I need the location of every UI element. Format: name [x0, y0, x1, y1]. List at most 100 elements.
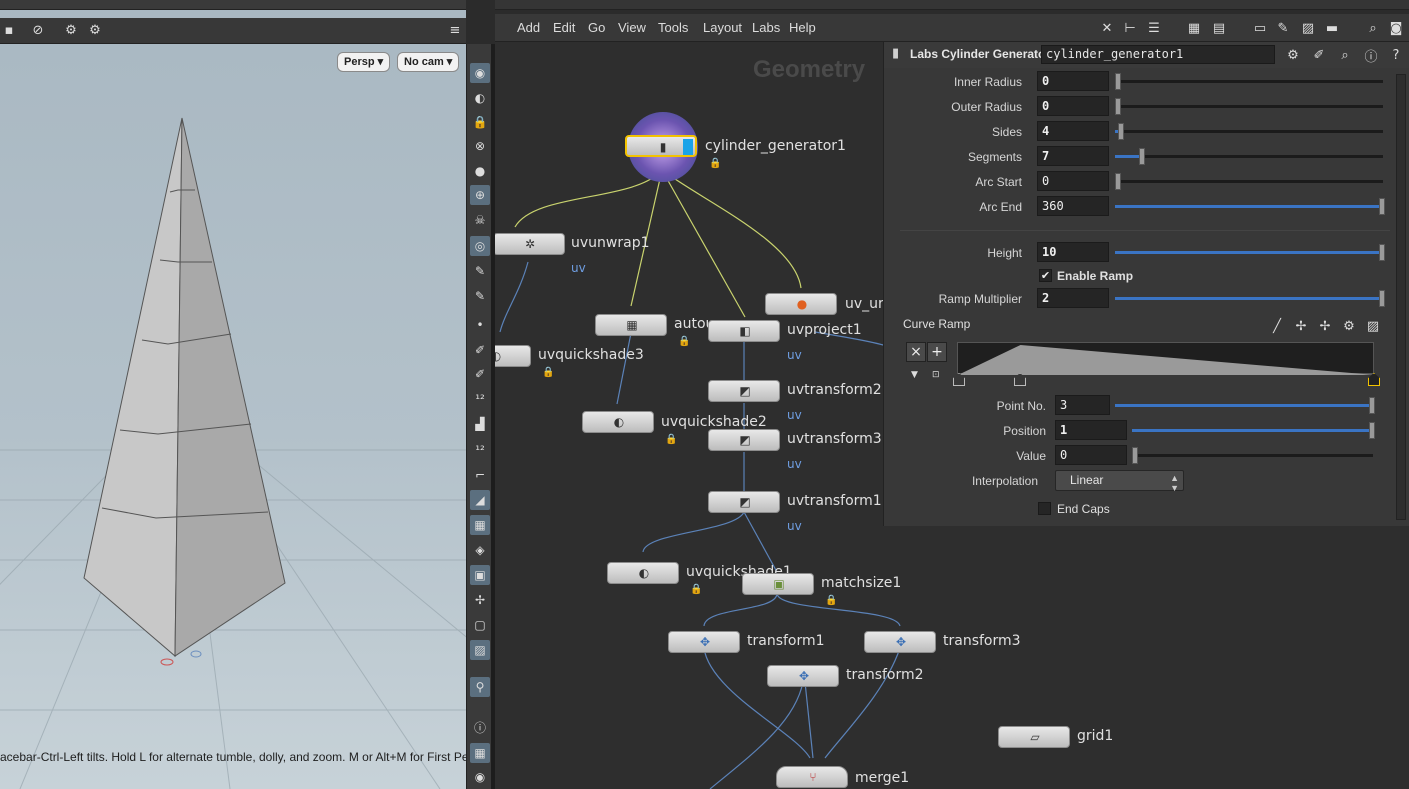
slider-handle[interactable]	[1379, 290, 1385, 307]
menu-tools[interactable]: Tools	[658, 20, 688, 35]
menu-edit[interactable]: Edit	[553, 20, 575, 35]
curve-ramp-editor[interactable]	[957, 342, 1375, 375]
tree-icon[interactable]: ⊢	[1121, 19, 1139, 37]
height-slider[interactable]	[1115, 244, 1385, 261]
inner-radius-field[interactable]: 0	[1037, 71, 1109, 91]
node-uvquickshade1[interactable]: ◐	[607, 562, 679, 584]
inner-radius-slider[interactable]	[1115, 73, 1383, 90]
snap-icon[interactable]: ⊗	[470, 136, 490, 156]
move-point-icon[interactable]: ✢	[1316, 317, 1334, 335]
sides-slider[interactable]	[1115, 123, 1383, 140]
slider-handle[interactable]	[1379, 244, 1385, 261]
menu-go[interactable]: Go	[588, 20, 605, 35]
node-uv-ur[interactable]: ●	[765, 293, 837, 315]
prim-icon[interactable]: ▟	[470, 414, 490, 434]
slider-handle[interactable]	[1115, 98, 1121, 115]
lock-icon[interactable]: 🔒	[470, 112, 490, 132]
end-caps-checkbox[interactable]	[1038, 502, 1051, 515]
point-display-icon[interactable]: •	[470, 315, 490, 335]
grid-layout-icon[interactable]: ▦	[470, 743, 490, 763]
node-uvquickshade3[interactable]: ◐	[495, 345, 531, 367]
asset-icon[interactable]: ▬	[1323, 19, 1341, 37]
slider-handle[interactable]	[1115, 73, 1121, 90]
value-field[interactable]: 0	[1055, 445, 1127, 465]
display-icon[interactable]: ▭	[1251, 19, 1269, 37]
node-uvtransform2[interactable]: ◩	[708, 380, 780, 402]
visibility-icon[interactable]: ◐	[470, 88, 490, 108]
search-icon[interactable]: ⌕	[1336, 46, 1354, 64]
node-uvtransform3[interactable]: ◩	[708, 429, 780, 451]
menu-view[interactable]: View	[618, 20, 646, 35]
layer-icon[interactable]: ◈	[470, 540, 490, 560]
eye-icon[interactable]: ◉	[470, 767, 490, 787]
info-icon[interactable]: ⓘ	[1362, 46, 1380, 65]
axis-icon[interactable]: ✢	[470, 590, 490, 610]
render-icon[interactable]: ✎	[470, 286, 490, 306]
node-transform2[interactable]: ✥	[767, 665, 839, 687]
prim-number-icon[interactable]: ¹²	[470, 440, 490, 460]
node-cylinder-generator1[interactable]: ▮	[625, 135, 697, 157]
gradient-icon[interactable]: ▨	[1364, 317, 1382, 335]
node-transform1[interactable]: ✥	[668, 631, 740, 653]
arc-start-slider[interactable]	[1115, 173, 1383, 190]
sphere-icon[interactable]: ●	[470, 161, 490, 181]
operator-name-field[interactable]: cylinder_generator1	[1041, 45, 1275, 64]
collapse-icon[interactable]: ▼	[911, 370, 918, 380]
menu-layout[interactable]: Layout	[703, 20, 742, 35]
ramp-multiplier-field[interactable]: 2	[1037, 288, 1109, 308]
slider-handle[interactable]	[1379, 198, 1385, 215]
select-tool-icon[interactable]: ◉	[470, 63, 490, 83]
skull-icon[interactable]: ☠	[470, 210, 490, 230]
position-slider[interactable]	[1132, 422, 1375, 439]
node-autouv[interactable]: ▦	[595, 314, 667, 336]
slider-handle[interactable]	[1118, 123, 1124, 140]
point-number-icon[interactable]: ¹²	[470, 389, 490, 409]
node-uvquickshade2[interactable]: ◐	[582, 411, 654, 433]
menu-add[interactable]: Add	[517, 20, 540, 35]
help-icon[interactable]: ?	[1387, 46, 1405, 64]
brush-icon[interactable]: ✐	[470, 340, 490, 360]
search-icon[interactable]: ⌕	[1364, 19, 1382, 37]
slider-handle[interactable]	[1132, 447, 1138, 464]
ramp-gear-icon[interactable]: ⚙	[1340, 317, 1358, 335]
parameter-scrollbar[interactable]	[1396, 74, 1406, 520]
arc-start-field[interactable]: 0	[1037, 171, 1109, 191]
camera-view-icon[interactable]: ◙	[1387, 19, 1405, 37]
sides-field[interactable]: 4	[1037, 121, 1109, 141]
wrench-icon[interactable]: ✕	[1098, 19, 1116, 37]
node-uvproject1[interactable]: ◧	[708, 320, 780, 342]
node-merge1[interactable]: ⑂	[776, 766, 848, 788]
height-field[interactable]: 10	[1037, 242, 1109, 262]
grid-view-icon[interactable]: ▤	[1210, 19, 1228, 37]
sticky-note-icon[interactable]: ✎	[1274, 19, 1292, 37]
list-icon[interactable]: ☰	[1145, 19, 1163, 37]
info-icon[interactable]: ⓘ	[470, 717, 490, 737]
position-field[interactable]: 1	[1055, 420, 1127, 440]
outer-radius-field[interactable]: 0	[1037, 96, 1109, 116]
slider-handle[interactable]	[1369, 422, 1375, 439]
node-uvtransform1[interactable]: ◩	[708, 491, 780, 513]
pen-icon[interactable]: ✐	[470, 364, 490, 384]
slider-handle[interactable]	[1115, 173, 1121, 190]
light-icon[interactable]: ✎	[470, 261, 490, 281]
segments-field[interactable]: 7	[1037, 146, 1109, 166]
image-add-icon[interactable]: ▨	[1299, 19, 1317, 37]
camera-menu[interactable]: No cam ▾	[397, 52, 460, 72]
scene-viewport[interactable]: ▪ ⊘ ⚙ ⚙ ≡ Persp ▾ No cam ▾ acebar-Ctrl-L…	[0, 0, 466, 789]
brush-icon[interactable]: ✐	[1310, 46, 1328, 64]
pin-icon[interactable]: ⚲	[470, 677, 490, 697]
slider-handle[interactable]	[1369, 397, 1375, 414]
perspective-menu[interactable]: Persp ▾	[337, 52, 391, 72]
background-icon[interactable]: ▣	[470, 565, 490, 585]
slider-handle[interactable]	[1139, 148, 1145, 165]
add-point-icon[interactable]: ✢	[1292, 317, 1310, 335]
node-uvunwrap1[interactable]: ✲	[495, 233, 565, 255]
pen-icon[interactable]: ╱	[1268, 317, 1286, 335]
enable-ramp-checkbox[interactable]: ✔	[1039, 269, 1052, 282]
arc-end-field[interactable]: 360	[1037, 196, 1109, 216]
ramp-multiplier-slider[interactable]	[1115, 290, 1385, 307]
arc-end-slider[interactable]	[1115, 198, 1385, 215]
menu-labs[interactable]: Labs	[752, 20, 780, 35]
add-point-button[interactable]: +	[927, 342, 947, 362]
shading-icon[interactable]: ◢	[470, 490, 490, 510]
